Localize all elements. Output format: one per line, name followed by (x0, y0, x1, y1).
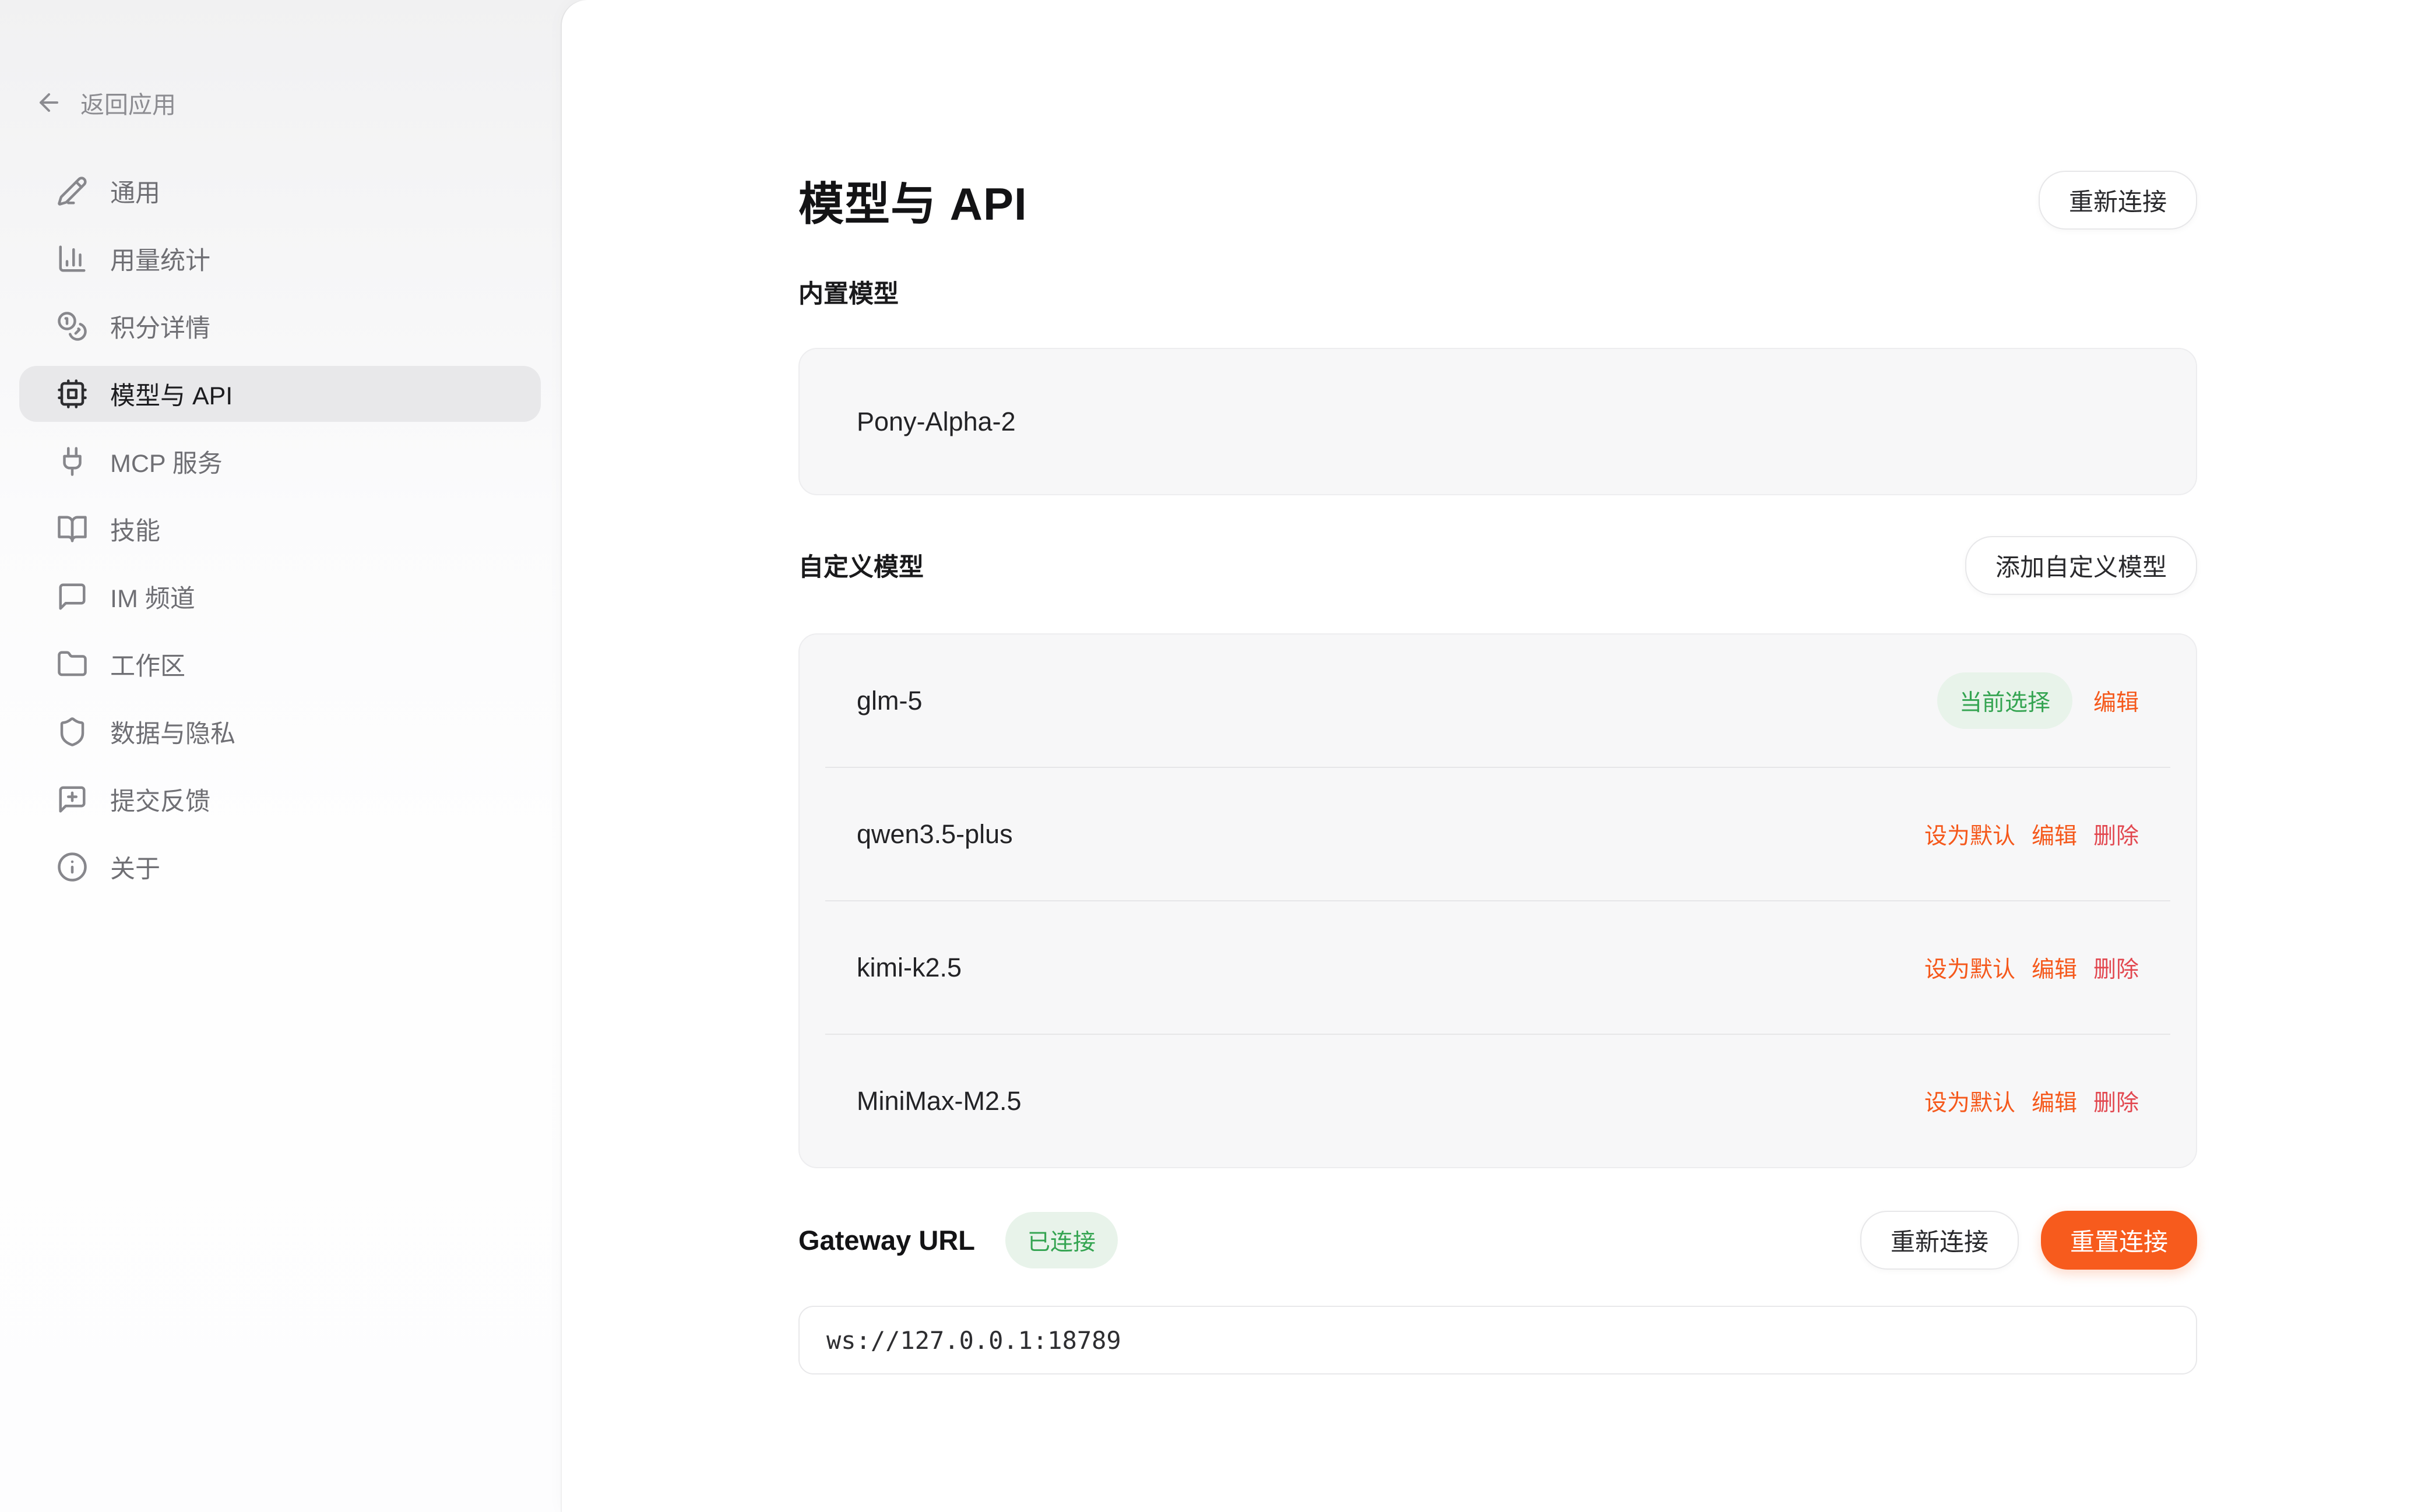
sidebar-item-about[interactable]: 关于 (19, 839, 541, 895)
sidebar-item-label: 关于 (110, 849, 160, 885)
sidebar-item-models-api[interactable]: 模型与 API (19, 366, 541, 422)
bar-chart-icon (57, 243, 88, 274)
model-name: kimi-k2.5 (857, 953, 962, 983)
message-square-icon (57, 581, 88, 612)
model-name: glm-5 (857, 686, 923, 716)
info-icon (57, 851, 88, 883)
settings-window: 返回应用 通用 用量统计 积分详情 模型与 API MCP 服务 (0, 0, 2425, 1512)
sidebar-item-label: 技能 (110, 511, 160, 547)
reconnect-button-top[interactable]: 重新连接 (2039, 171, 2197, 230)
gateway-section-header: Gateway URL 已连接 重新连接 重置连接 (798, 1211, 2197, 1270)
model-name: qwen3.5-plus (857, 819, 1013, 850)
gateway-url-input[interactable] (798, 1306, 2197, 1374)
model-row-actions: 当前选择 编辑 (1937, 672, 2139, 729)
builtin-models-label: 内置模型 (798, 274, 2197, 310)
custom-models-header: 自定义模型 添加自定义模型 (798, 537, 2197, 594)
model-row-kimi-k2-5: kimi-k2.5 设为默认 编辑 删除 (800, 901, 2196, 1034)
set-default-action[interactable]: 设为默认 (1924, 818, 2015, 851)
sidebar-item-data-privacy[interactable]: 数据与隐私 (19, 704, 541, 760)
reset-connection-button[interactable]: 重置连接 (2041, 1211, 2197, 1270)
sidebar-item-credits[interactable]: 积分详情 (19, 298, 541, 354)
sidebar-item-skills[interactable]: 技能 (19, 501, 541, 557)
model-row-actions: 设为默认 编辑 删除 (1924, 951, 2139, 984)
back-to-app-button[interactable]: 返回应用 (35, 85, 176, 120)
sidebar-item-usage-stats[interactable]: 用量统计 (19, 231, 541, 287)
sidebar-item-label: IM 频道 (110, 579, 195, 615)
arrow-left-icon (35, 89, 63, 117)
model-name: MiniMax-M2.5 (857, 1086, 1022, 1116)
edit-action[interactable]: 编辑 (2032, 818, 2077, 851)
reconnect-button[interactable]: 重新连接 (1860, 1211, 2019, 1270)
coins-icon (57, 311, 88, 342)
custom-models-card: glm-5 当前选择 编辑 qwen3.5-plus 设为默认 编辑 (798, 633, 2197, 1168)
model-row-glm-5: glm-5 当前选择 编辑 (800, 635, 2196, 767)
shield-icon (57, 716, 88, 748)
main-panel: 模型与 API 重新连接 内置模型 Pony-Alpha-2 自定义模型 添加自… (562, 0, 2425, 1512)
delete-action[interactable]: 删除 (2093, 818, 2139, 851)
connected-status-badge: 已连接 (1005, 1212, 1118, 1268)
add-custom-model-button[interactable]: 添加自定义模型 (1965, 536, 2197, 595)
sidebar-item-label: 数据与隐私 (110, 714, 235, 750)
sidebar-item-label: 工作区 (110, 646, 185, 682)
plug-icon (57, 446, 88, 477)
sidebar-item-label: 积分详情 (110, 308, 210, 344)
builtin-model-name: Pony-Alpha-2 (857, 407, 1016, 437)
model-row-actions: 设为默认 编辑 删除 (1924, 1085, 2139, 1118)
set-default-action[interactable]: 设为默认 (1924, 951, 2015, 984)
set-default-action[interactable]: 设为默认 (1924, 1085, 2015, 1118)
delete-action[interactable]: 删除 (2093, 1085, 2139, 1118)
sidebar-item-im-channels[interactable]: IM 频道 (19, 569, 541, 625)
model-row-minimax-m2-5: MiniMax-M2.5 设为默认 编辑 删除 (800, 1035, 2196, 1167)
sidebar-nav: 通用 用量统计 积分详情 模型与 API MCP 服务 技能 (19, 163, 541, 895)
message-square-plus-icon (57, 784, 88, 815)
current-selection-badge: 当前选择 (1937, 672, 2072, 729)
edit-action[interactable]: 编辑 (2032, 951, 2077, 984)
sidebar: 返回应用 通用 用量统计 积分详情 模型与 API MCP 服务 (0, 0, 562, 1512)
book-open-icon (57, 513, 88, 545)
edit-action[interactable]: 编辑 (2032, 1085, 2077, 1118)
sidebar-item-label: 提交反馈 (110, 781, 210, 817)
gateway-url-label: Gateway URL (798, 1224, 975, 1256)
edit-action[interactable]: 编辑 (2093, 685, 2139, 717)
pencil-icon (57, 175, 88, 207)
builtin-models-card: Pony-Alpha-2 (798, 348, 2197, 495)
model-row-actions: 设为默认 编辑 删除 (1924, 818, 2139, 851)
folder-icon (57, 648, 88, 680)
model-row-qwen3-5-plus: qwen3.5-plus 设为默认 编辑 删除 (800, 768, 2196, 900)
sidebar-item-label: MCP 服务 (110, 443, 223, 480)
custom-models-label: 自定义模型 (798, 547, 924, 583)
sidebar-item-feedback[interactable]: 提交反馈 (19, 771, 541, 827)
cpu-icon (57, 378, 88, 410)
page-title: 模型与 API (798, 168, 1027, 233)
back-to-app-label: 返回应用 (80, 85, 176, 120)
delete-action[interactable]: 删除 (2093, 951, 2139, 984)
sidebar-item-mcp-services[interactable]: MCP 服务 (19, 433, 541, 489)
page-header: 模型与 API 重新连接 (798, 171, 2197, 230)
sidebar-item-label: 通用 (110, 173, 160, 209)
sidebar-item-label: 用量统计 (110, 241, 210, 277)
sidebar-item-general[interactable]: 通用 (19, 163, 541, 219)
sidebar-item-workspace[interactable]: 工作区 (19, 636, 541, 692)
sidebar-item-label: 模型与 API (110, 376, 233, 412)
